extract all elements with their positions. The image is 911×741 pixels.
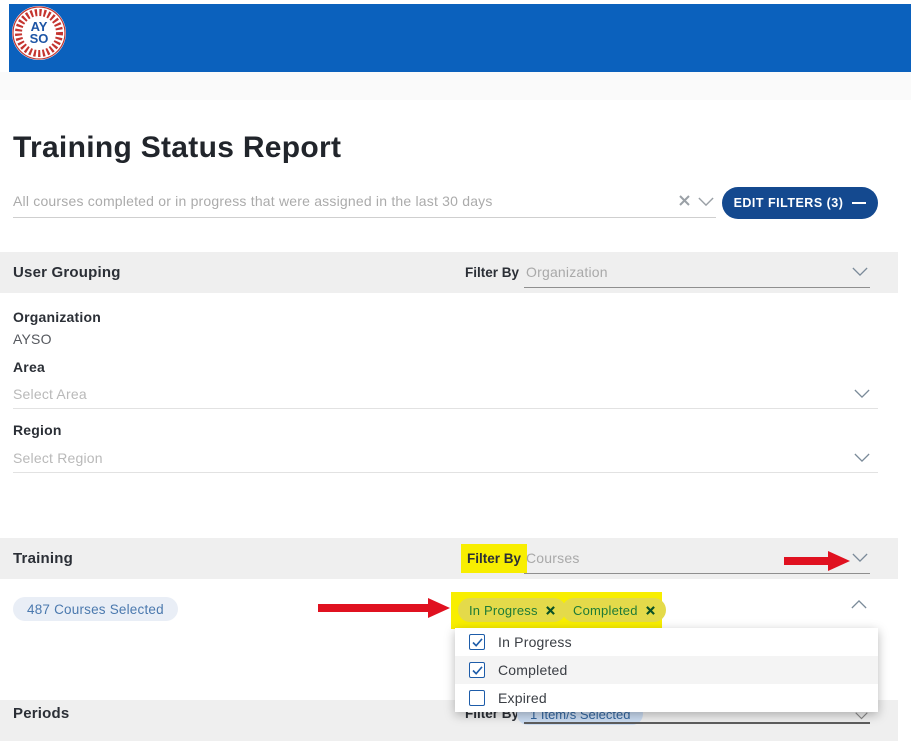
chevron-down-icon[interactable]	[855, 712, 868, 720]
chip-in-progress[interactable]: In Progress	[458, 598, 566, 622]
user-grouping-section-bar: User Grouping Filter By Organization	[0, 252, 898, 293]
checkmark-icon	[472, 666, 483, 675]
area-select-placeholder: Select Area	[13, 382, 87, 406]
area-label: Area	[13, 359, 45, 375]
organization-value: AYSO	[13, 331, 52, 347]
training-filter-select[interactable]: Courses	[524, 545, 870, 574]
page-title: Training Status Report	[13, 131, 341, 165]
user-grouping-filter-select[interactable]: Organization	[524, 259, 870, 288]
chevron-down-icon[interactable]	[698, 197, 714, 207]
dropdown-option-completed[interactable]: Completed	[455, 656, 878, 684]
chip-label: In Progress	[469, 603, 538, 618]
option-label: Completed	[498, 662, 568, 678]
saved-filter-description: All courses completed or in progress tha…	[13, 186, 493, 216]
app-header-bar	[9, 4, 911, 72]
option-label: Expired	[498, 690, 547, 706]
dropdown-option-expired[interactable]: Expired	[455, 684, 878, 712]
option-label: In Progress	[498, 634, 572, 650]
chevron-down-icon[interactable]	[852, 553, 868, 563]
checkbox[interactable]	[469, 662, 485, 678]
secondary-nav-band	[0, 72, 911, 100]
minus-icon	[852, 202, 866, 204]
user-grouping-filter-by-label: Filter By	[465, 252, 519, 293]
periods-select-underline	[524, 722, 870, 724]
ayso-logo-icon: AY SO	[11, 5, 67, 61]
svg-text:SO: SO	[30, 31, 49, 46]
dropdown-option-in-progress[interactable]: In Progress	[455, 628, 878, 656]
courses-selected-badge: 487 Courses Selected	[13, 597, 178, 621]
area-select[interactable]: Select Area	[13, 382, 878, 409]
filter-select-placeholder: Courses	[526, 545, 580, 572]
region-select[interactable]: Select Region	[13, 446, 878, 473]
training-title: Training	[13, 538, 73, 579]
checkmark-icon	[472, 638, 483, 647]
organization-label: Organization	[13, 309, 101, 325]
clear-filter-icon[interactable]	[679, 195, 690, 206]
checkbox[interactable]	[469, 690, 485, 706]
edit-filters-label: EDIT FILTERS (3)	[734, 196, 844, 210]
remove-chip-icon[interactable]	[546, 606, 555, 615]
region-label: Region	[13, 422, 62, 438]
courses-status-dropdown: In Progress Completed Expired	[455, 628, 878, 712]
chevron-down-icon[interactable]	[854, 453, 870, 463]
training-section-bar: Training Filter By Courses	[0, 538, 898, 579]
periods-title: Periods	[13, 700, 69, 727]
chevron-down-icon[interactable]	[854, 389, 870, 399]
checkbox[interactable]	[469, 634, 485, 650]
chevron-up-icon[interactable]	[851, 599, 867, 609]
ayso-logo[interactable]: AY SO	[11, 5, 67, 61]
remove-chip-icon[interactable]	[646, 606, 655, 615]
saved-filter-select[interactable]: All courses completed or in progress tha…	[13, 186, 716, 218]
edit-filters-button[interactable]: EDIT FILTERS (3)	[722, 187, 878, 219]
chevron-down-icon[interactable]	[852, 267, 868, 277]
training-filter-by-label-highlighted: Filter By	[461, 544, 527, 573]
chip-completed[interactable]: Completed	[562, 598, 666, 622]
chip-label: Completed	[573, 603, 638, 618]
filter-select-placeholder: Organization	[526, 259, 608, 286]
user-grouping-title: User Grouping	[13, 252, 121, 293]
region-select-placeholder: Select Region	[13, 446, 103, 470]
